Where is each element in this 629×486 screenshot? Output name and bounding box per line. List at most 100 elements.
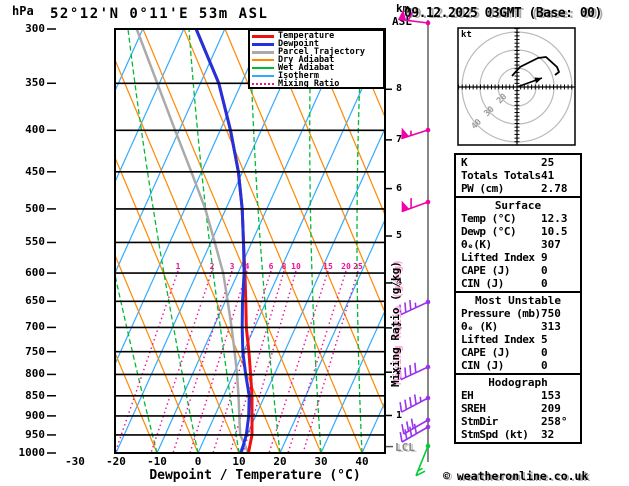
table-row-value: 313 bbox=[541, 320, 561, 333]
temperature-tick-label: 30 bbox=[314, 455, 328, 468]
temperature-tick-label: -20 bbox=[106, 455, 126, 468]
pressure-tick-label: 500 bbox=[25, 201, 45, 215]
table-row-label: K bbox=[461, 156, 468, 169]
skewt-sounding-screenshot: hPa 52°12'N 0°11'E 53m ASL 09.12.2025 03… bbox=[0, 0, 629, 486]
table-row-value: 10.5 bbox=[541, 225, 568, 238]
table-section-header: Hodograph bbox=[488, 376, 548, 389]
table-row-value: 0 bbox=[541, 359, 548, 372]
temperature-tick-label: 0 bbox=[194, 455, 202, 468]
table-row: CAPE (J) 0 bbox=[456, 346, 580, 359]
table-section: Hodograph EH 153 SREH 209 StmDir 258° StmSpd (k… bbox=[454, 373, 582, 444]
wind-barb-full-tick bbox=[409, 426, 413, 437]
table-row-label: EH bbox=[461, 389, 474, 402]
wet-adiabat-line bbox=[249, 29, 281, 453]
temperature-axis-title: Dewpoint / Temperature (°C) bbox=[149, 468, 361, 483]
mixing-ratio-label: 8 bbox=[281, 262, 287, 271]
wind-barb-full-tick bbox=[404, 429, 408, 440]
wind-barb-full-tick bbox=[405, 421, 410, 432]
pressure-tick-label: 400 bbox=[25, 123, 45, 137]
table-section-header: Most Unstable bbox=[474, 294, 562, 307]
wind-barb-full-tick bbox=[409, 299, 412, 311]
pressure-tick-label: 850 bbox=[25, 388, 45, 402]
table-row: Temp (°C) 12.3 bbox=[456, 212, 580, 225]
mixing-ratio-label: 20 bbox=[341, 262, 351, 271]
pressure-tick-label: 550 bbox=[25, 235, 45, 249]
table-row-value: 5 bbox=[541, 333, 548, 346]
table-row-label: StmSpd (kt) bbox=[461, 428, 529, 441]
wind-barb-full-tick bbox=[404, 367, 407, 378]
table-row-label: PW (cm) bbox=[461, 182, 504, 195]
table-row-label: Lifted Index bbox=[461, 251, 535, 264]
legend-label: Mixing Ratio bbox=[278, 79, 340, 89]
wet-adiabat-line bbox=[356, 29, 363, 453]
table-section: Most Unstable Pressure (mb) 750 θₑ (K) 313 Li… bbox=[454, 291, 582, 375]
table-row-label: Pressure (mb) bbox=[461, 307, 541, 320]
wind-barb-column bbox=[398, 9, 431, 477]
dewpoint-legend-swatch bbox=[252, 42, 274, 46]
dry-adiabat-line bbox=[142, 29, 322, 453]
wind-barb-half-tick bbox=[419, 396, 422, 402]
legend: Temperature Dewpoint Parcel Trajectory Dry … bbox=[248, 29, 385, 89]
table-row-value: 0 bbox=[541, 264, 548, 277]
table-row-value: 0 bbox=[541, 346, 548, 359]
pressure-tick-label: 950 bbox=[25, 427, 45, 441]
table-row: Dewp (°C) 10.5 bbox=[456, 225, 580, 238]
wind-barb bbox=[399, 299, 431, 316]
table-row-label: CAPE (J) bbox=[461, 346, 510, 359]
temperature-legend-swatch bbox=[252, 34, 274, 38]
km-tick-label: 5 bbox=[396, 229, 403, 241]
table-row-label: CAPE (J) bbox=[461, 264, 510, 277]
wet-adiabat-line bbox=[115, 271, 158, 453]
mixing-ratio-label: 3 bbox=[229, 262, 235, 271]
mixing-ratio-axis-label: Mixing Ratio (g/kg) bbox=[389, 261, 402, 387]
wind-barb-stem bbox=[415, 445, 429, 476]
table-row: PW (cm) 2.78 bbox=[456, 182, 580, 195]
table-row-value: 25 bbox=[541, 156, 555, 169]
table-row: Lifted Index 5 bbox=[456, 333, 580, 346]
wind-barb-full-tick bbox=[409, 364, 412, 376]
table-row: CIN (J) 0 bbox=[456, 277, 580, 290]
temperature-tick-label: 10 bbox=[232, 455, 246, 468]
table-row: Totals Totals 41 bbox=[456, 169, 580, 182]
isotherm-legend-swatch bbox=[252, 75, 274, 77]
wind-barb-full-tick bbox=[407, 11, 414, 21]
km-tick-label: 8 bbox=[396, 83, 403, 95]
mixing-ratio-legend-swatch bbox=[252, 83, 274, 85]
km-tick-label: 7 bbox=[396, 133, 403, 145]
table-row-value: 2.78 bbox=[541, 182, 568, 195]
pressure-tick-label: 450 bbox=[25, 164, 45, 178]
lcl-label: LCL bbox=[395, 441, 415, 454]
hodograph: 203040 bbox=[457, 27, 576, 146]
hodograph-ring-label: 20 bbox=[495, 92, 509, 106]
sounding-indices-table: K 25 Totals Totals 41 PW (cm) 2.78 Surface Temp… bbox=[454, 153, 582, 444]
dry-adiabat-line bbox=[115, 253, 199, 453]
pressure-tick-label: 700 bbox=[25, 320, 45, 334]
dry-adiabat-line bbox=[115, 156, 240, 453]
temperature-tick-label: -30 bbox=[65, 455, 85, 468]
table-row: θₑ(K) 307 bbox=[456, 238, 580, 251]
table-row: Lifted Index 9 bbox=[456, 251, 580, 264]
isotherm-line bbox=[115, 29, 308, 453]
mixing-ratio-label: 15 bbox=[323, 262, 333, 271]
wind-barb-full-tick bbox=[410, 418, 415, 429]
dry-adiabat-legend-swatch bbox=[252, 59, 274, 61]
wind-barb-full-tick bbox=[404, 302, 407, 313]
mixing-ratio-label: 25 bbox=[353, 262, 363, 271]
table-row: CAPE (J) 0 bbox=[456, 264, 580, 277]
table-row: K 25 bbox=[456, 156, 580, 169]
table-row-value: 0 bbox=[541, 277, 548, 290]
table-row: StmSpd (kt) 32 bbox=[456, 428, 580, 441]
parcel-trajectory-legend-swatch bbox=[252, 50, 274, 54]
table-row-label: θₑ (K) bbox=[461, 320, 498, 333]
mixing-ratio-label: 2 bbox=[209, 262, 215, 271]
wind-barb bbox=[399, 362, 431, 381]
table-row: CIN (J) 0 bbox=[456, 359, 580, 372]
wind-barb-full-tick bbox=[401, 424, 405, 435]
table-row: Pressure (mb) 750 bbox=[456, 307, 580, 320]
table-row-value: 153 bbox=[541, 389, 561, 402]
copyright: © weatheronline.co.uk bbox=[443, 469, 589, 483]
table-row-label: CIN (J) bbox=[461, 277, 504, 290]
dry-adiabat-line bbox=[265, 29, 385, 315]
table-row-label: CIN (J) bbox=[461, 359, 504, 372]
temperature-tick-label: -10 bbox=[147, 455, 167, 468]
